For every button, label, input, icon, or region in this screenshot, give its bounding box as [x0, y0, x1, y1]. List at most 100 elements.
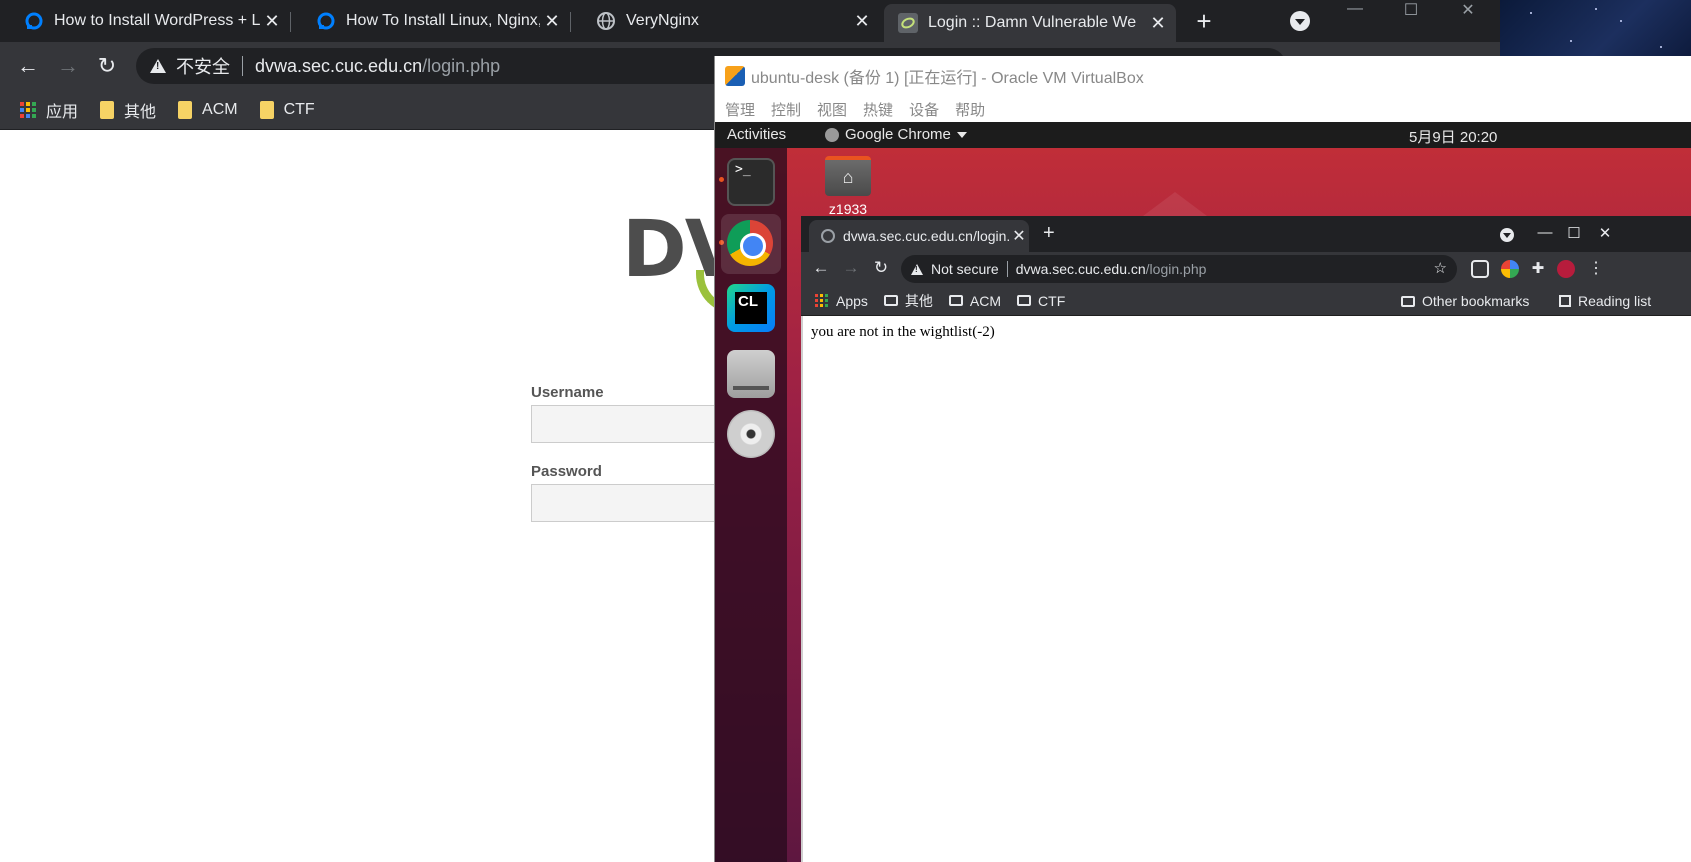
- activities-button[interactable]: Activities: [727, 126, 786, 143]
- host-tab-wordpress[interactable]: How to Install WordPress + L ✕: [0, 0, 290, 42]
- folder-icon: [100, 100, 115, 119]
- username-input[interactable]: [531, 405, 731, 443]
- host-tab-dvwa-login[interactable]: Login :: Damn Vulnerable We ✕: [884, 4, 1176, 42]
- folder-icon: [178, 100, 193, 119]
- close-icon[interactable]: ✕: [850, 11, 874, 32]
- url-path: /login.php: [422, 55, 501, 76]
- host-tab-title: VeryNginx: [626, 12, 699, 29]
- desktop-icon-label: z1933: [828, 201, 868, 217]
- password-input[interactable]: [531, 484, 731, 522]
- extension-colorful-icon[interactable]: [1501, 260, 1519, 278]
- menu-devices[interactable]: 设备: [909, 99, 939, 120]
- divider: [242, 56, 243, 76]
- close-icon[interactable]: ✕: [540, 11, 564, 32]
- virtualbox-window: ubuntu-desk (备份 1) [正在运行] - Oracle VM Vi…: [714, 56, 1691, 862]
- host-tab-verynginx[interactable]: VeryNginx ✕: [572, 0, 880, 42]
- apps-grid-icon: [20, 101, 36, 118]
- menu-icon[interactable]: ⋮: [1587, 260, 1605, 278]
- bookmark-label: 其他: [904, 292, 933, 309]
- maximize-icon[interactable]: ☐: [1386, 0, 1436, 20]
- reading-list[interactable]: Reading list: [1559, 286, 1651, 316]
- puzzle-icon[interactable]: ✚: [1529, 260, 1547, 278]
- close-icon[interactable]: ✕: [1146, 13, 1170, 34]
- chrome-icon: [727, 220, 773, 266]
- tab-search-icon[interactable]: [1500, 228, 1514, 242]
- bookmark-folder-ctf[interactable]: CTF: [259, 100, 315, 119]
- other-bookmarks[interactable]: Other bookmarks: [1401, 286, 1529, 316]
- avatar[interactable]: [1557, 260, 1575, 278]
- bookmark-label: CTF: [283, 100, 315, 118]
- dvwa-icon: [898, 13, 918, 33]
- menu-manage[interactable]: 管理: [725, 99, 755, 120]
- optical-disc-icon[interactable]: [727, 410, 775, 458]
- warning-icon: [911, 263, 923, 275]
- page-message: you are not in the wightlist(-2): [811, 324, 995, 340]
- chrome-dock-item[interactable]: [721, 214, 781, 274]
- bookmark-folder-other[interactable]: 其他: [883, 291, 933, 311]
- minimize-icon[interactable]: —: [1535, 224, 1555, 241]
- close-icon[interactable]: ✕: [1009, 226, 1029, 246]
- extension-icon[interactable]: [1471, 260, 1489, 278]
- bookmark-folder-other[interactable]: 其他: [100, 98, 156, 122]
- folder-icon: [883, 295, 898, 306]
- drive-icon[interactable]: [727, 350, 775, 398]
- bookmark-label: CTF: [1038, 292, 1066, 309]
- reading-list-icon: [1559, 295, 1571, 307]
- url-host: dvwa.sec.cuc.edu.cn: [1015, 261, 1146, 277]
- bookmark-star-icon[interactable]: ☆: [1434, 259, 1447, 277]
- ubuntu-guest-screen: Activities Google Chrome 5月9日 20:20 >_ C…: [715, 122, 1691, 862]
- minimize-icon[interactable]: —: [1330, 0, 1380, 20]
- menu-hotkeys[interactable]: 热键: [863, 99, 893, 120]
- close-icon[interactable]: ✕: [260, 11, 284, 32]
- bookmark-apps[interactable]: 应用: [0, 98, 78, 122]
- forward-icon[interactable]: →: [56, 54, 80, 78]
- maximize-icon[interactable]: ☐: [1564, 224, 1584, 242]
- back-icon[interactable]: ←: [16, 54, 40, 78]
- reading-list-label: Reading list: [1578, 293, 1652, 309]
- running-indicator: [719, 177, 724, 182]
- reload-icon[interactable]: ↻: [95, 54, 119, 78]
- menu-view[interactable]: 视图: [817, 99, 847, 120]
- clock[interactable]: 5月9日 20:20: [1409, 126, 1497, 147]
- tab-separator: [290, 12, 291, 32]
- folder-icon: [1401, 295, 1415, 307]
- window-close-icon[interactable]: ✕: [1595, 224, 1615, 242]
- chevron-down-icon: [956, 131, 967, 138]
- terminal-icon[interactable]: >_: [727, 158, 775, 206]
- bookmark-label: 其他: [124, 103, 157, 121]
- home-folder-icon[interactable]: ⌂: [825, 156, 871, 196]
- menu-help[interactable]: 帮助: [955, 99, 985, 120]
- password-label: Password: [531, 463, 602, 480]
- guest-tab-strip: dvwa.sec.cuc.edu.cn/login.php ✕ + — ☐ ✕: [801, 216, 1691, 252]
- host-tab-lemp[interactable]: How To Install Linux, Nginx, M ✕: [292, 0, 570, 42]
- app-menu-label: Google Chrome: [845, 126, 951, 143]
- guest-bookmarks-bar: Apps 其他 ACM CTF Other bookmarks Reading …: [801, 286, 1691, 316]
- guest-tab-title: dvwa.sec.cuc.edu.cn/login.php: [843, 228, 1009, 244]
- bookmark-folder-ctf[interactable]: CTF: [1017, 293, 1065, 309]
- url-host: dvwa.sec.cuc.edu.cn: [255, 55, 423, 76]
- new-tab-button[interactable]: +: [1043, 222, 1055, 245]
- back-icon[interactable]: ←: [811, 258, 831, 278]
- host-tab-strip: How to Install WordPress + L ✕ How To In…: [0, 0, 1500, 42]
- virtualbox-icon: [725, 66, 745, 86]
- window-close-icon[interactable]: ✕: [1443, 0, 1493, 20]
- clion-icon: CL: [735, 292, 767, 324]
- virtualbox-menubar: 管理 控制 视图 热键 设备 帮助: [715, 96, 1691, 122]
- guest-address-bar[interactable]: Not secure dvwa.sec.cuc.edu.cn/login.php…: [901, 255, 1457, 283]
- reload-icon[interactable]: ↻: [871, 258, 891, 278]
- menu-control[interactable]: 控制: [771, 99, 801, 120]
- bookmark-label: ACM: [202, 100, 238, 118]
- apps-grid-icon: [815, 294, 828, 307]
- bookmark-apps[interactable]: Apps: [801, 293, 868, 309]
- bookmark-folder-acm[interactable]: ACM: [948, 292, 1002, 309]
- screen: How to Install WordPress + L ✕ How To In…: [0, 0, 1691, 862]
- new-tab-button[interactable]: +: [1190, 8, 1218, 36]
- guest-tab-dvwa[interactable]: dvwa.sec.cuc.edu.cn/login.php ✕: [809, 220, 1029, 252]
- bookmark-folder-acm[interactable]: ACM: [178, 100, 238, 119]
- bookmark-label: ACM: [969, 292, 1002, 309]
- dvwa-icon: [821, 229, 835, 243]
- app-menu[interactable]: Google Chrome: [825, 126, 967, 143]
- tab-search-icon[interactable]: [1290, 11, 1310, 31]
- forward-icon[interactable]: →: [841, 258, 861, 278]
- clion-dock-item[interactable]: CL: [727, 284, 775, 332]
